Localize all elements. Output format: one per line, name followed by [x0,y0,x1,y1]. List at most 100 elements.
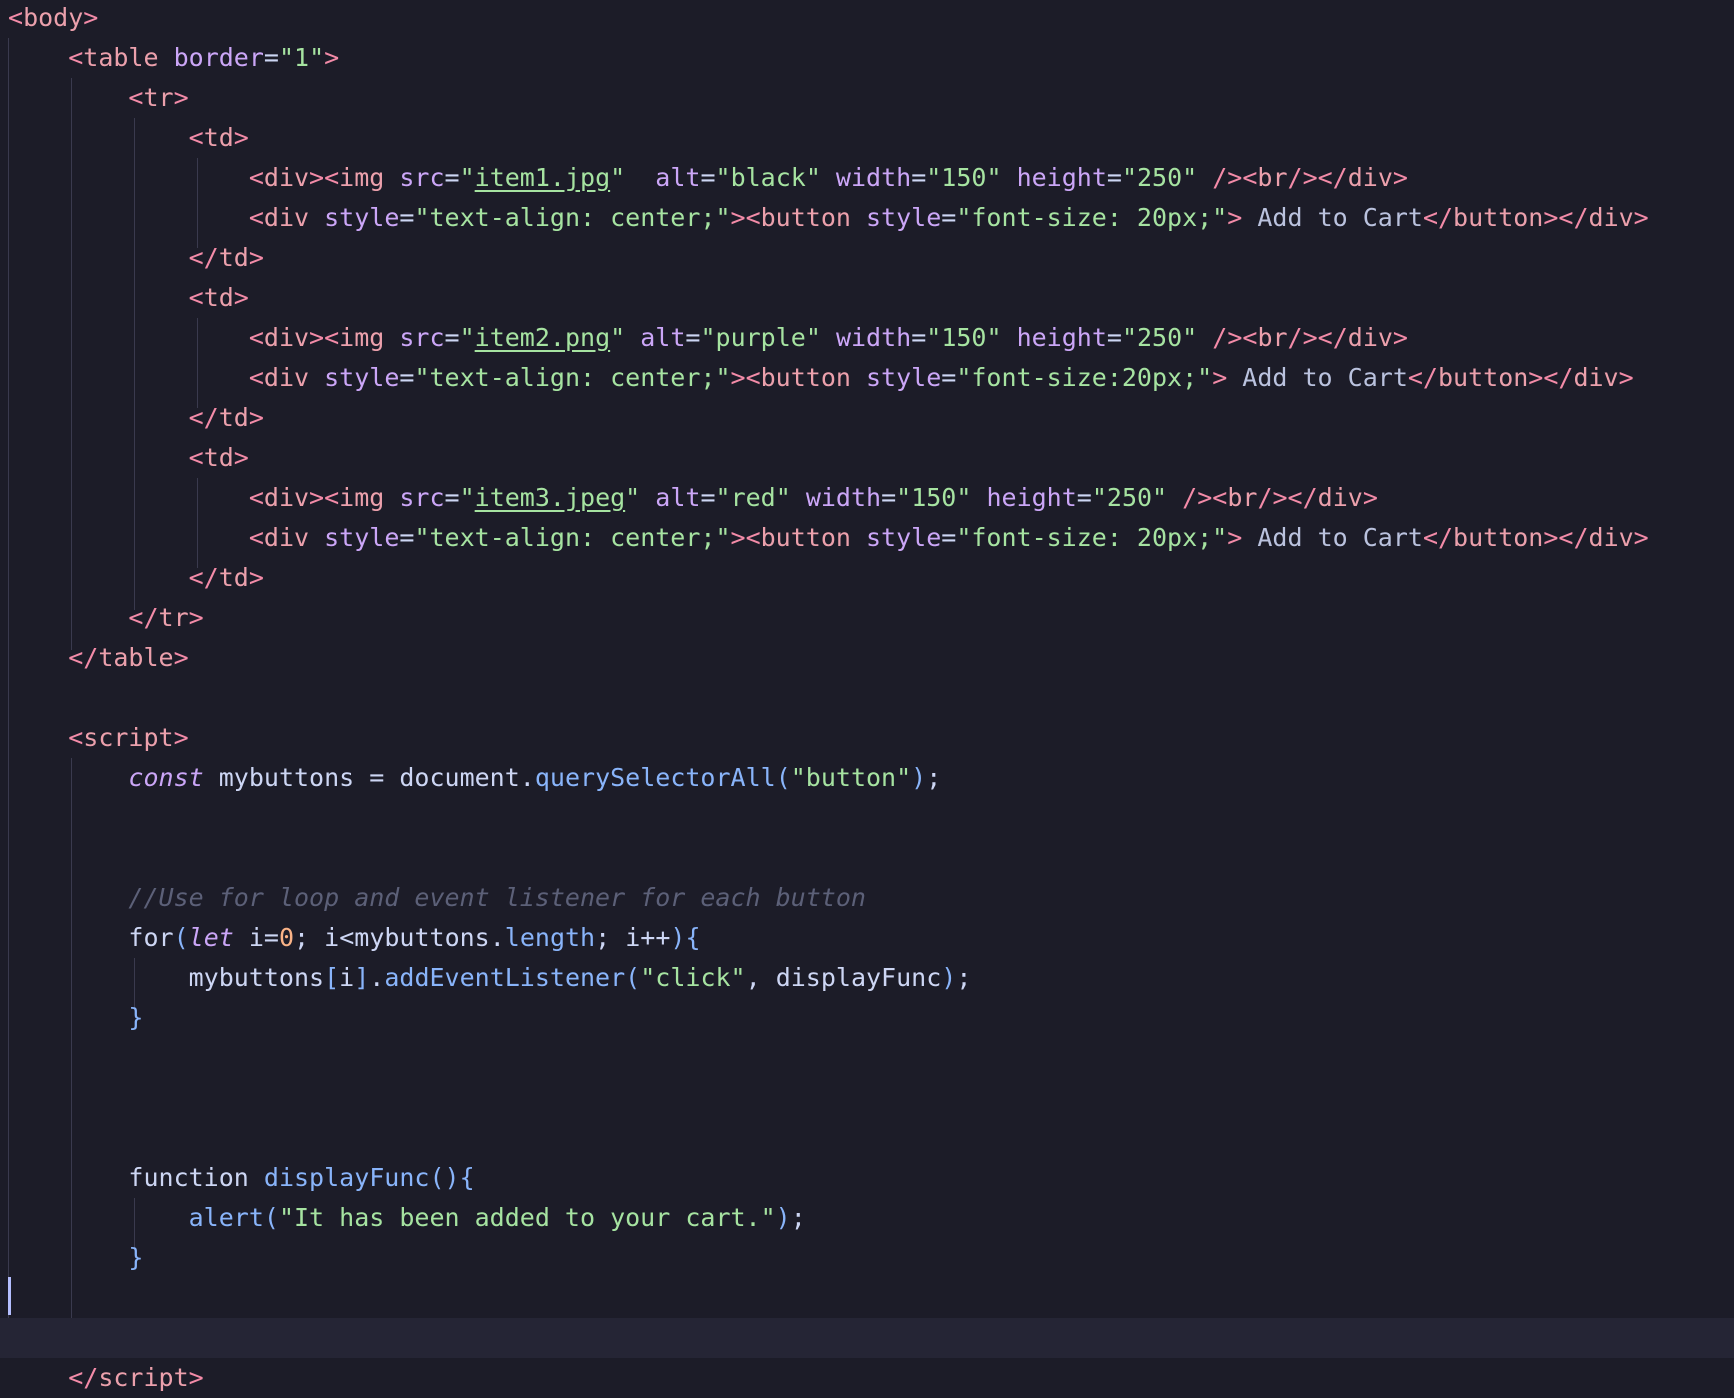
code-line[interactable]: </script> [0,1358,1734,1398]
code-line[interactable]: } [0,1238,1734,1278]
code-line[interactable]: <div><img src="item3.jpeg" alt="red" wid… [0,478,1734,518]
code-line[interactable] [0,1278,1734,1318]
code-line[interactable]: const mybuttons = document.querySelector… [0,758,1734,798]
code-token: </ [128,603,159,632]
code-line[interactable]: function displayFunc(){ [0,1158,1734,1198]
code-token: > [1227,203,1243,232]
code-token: "1" [278,43,325,72]
code-line[interactable]: <td> [0,118,1734,158]
code-line[interactable]: alert("It has been added to your cart.")… [0,1198,1734,1238]
code-token: = [685,323,701,352]
code-line[interactable]: <td> [0,438,1734,478]
code-line[interactable]: <tr> [0,78,1734,118]
code-token: ; [790,1203,806,1232]
code-token: body [23,3,84,32]
code-token: alert [188,1203,264,1232]
code-token: style [865,363,942,392]
code-token: = [911,323,927,352]
code-token: "text-align: center;" [414,363,731,392]
code-token: ++ [640,923,671,952]
code-line[interactable]: </td> [0,398,1734,438]
code-token: button [760,203,866,232]
code-line[interactable] [0,1318,1734,1358]
code-token: = [1106,323,1122,352]
code-token: >< [309,483,340,512]
code-token: = [444,163,460,192]
code-token: item1.jpg [474,163,611,192]
code-token: "150" [926,323,1002,352]
code-line[interactable] [0,1038,1734,1078]
code-token: > [1362,483,1378,512]
code-token: displayFunc [775,963,942,992]
code-line[interactable] [0,798,1734,838]
code-token: "250" [1091,483,1168,512]
code-line[interactable]: //Use for loop and event listener for ea… [0,878,1734,918]
code-line[interactable]: <body> [0,0,1734,38]
code-line[interactable]: </table> [0,638,1734,678]
code-token: "purple" [700,323,821,352]
code-line[interactable]: <div style="text-align: center;"><button… [0,518,1734,558]
code-token: (){ [429,1163,475,1192]
code-token: border [173,43,264,72]
code-token: >< [730,523,761,552]
code-token: </ [68,643,99,672]
code-token: = [369,763,400,792]
code-token: </ [1422,523,1454,552]
code-token: table [98,643,174,672]
code-line[interactable]: </tr> [0,598,1734,638]
code-line[interactable] [0,678,1734,718]
code-line[interactable]: <div style="text-align: center;"><button… [0,358,1734,398]
code-token: td [203,283,234,312]
code-line[interactable]: for(let i=0; i<mybuttons.length; i++){ [0,918,1734,958]
code-line[interactable]: <div><img src="item2.png" alt="purple" w… [0,318,1734,358]
code-line[interactable]: </td> [0,238,1734,278]
code-line[interactable]: <td> [0,278,1734,318]
code-token: i [324,923,340,952]
code-line[interactable] [0,1118,1734,1158]
code-token: /></ [1287,323,1348,352]
code-token: > [173,83,189,112]
code-line[interactable]: <div style="text-align: center;"><button… [0,198,1734,238]
code-line[interactable]: </td> [0,558,1734,598]
code-token: div [263,323,310,352]
code-token: < [128,83,144,112]
code-token: br [1257,323,1288,352]
code-line[interactable]: <div><img src="item1.jpg" alt="black" wi… [0,158,1734,198]
code-line[interactable]: mybuttons[i].addEventListener("click", d… [0,958,1734,998]
code-token: td [203,443,234,472]
code-token: > [233,123,249,152]
code-token: />< [1167,483,1228,512]
code-token: ; [926,763,942,792]
code-token: . [369,963,385,992]
code-token: length [504,923,596,952]
code-token: " [459,163,475,192]
code-line[interactable]: } [0,998,1734,1038]
code-token: = [263,923,279,952]
code-line[interactable] [0,1078,1734,1118]
code-line[interactable]: <table border="1"> [0,38,1734,78]
code-token: td [218,243,249,272]
code-line[interactable]: <script> [0,718,1734,758]
code-line[interactable] [0,838,1734,878]
code-token: > [173,723,189,752]
code-token: = [941,523,957,552]
code-editor[interactable]: <body> <table border="1"> <tr> <td> <div… [0,0,1734,1392]
code-token: tr [158,603,189,632]
code-token: > [1212,363,1228,392]
code-token: ; [294,923,325,952]
code-token: </ [188,403,219,432]
code-token: alt [655,163,701,192]
code-token: > [1618,363,1634,392]
code-token: </ [1422,203,1454,232]
code-token: , [745,963,776,992]
code-token: button [1453,203,1544,232]
code-token: </ [68,1363,99,1392]
